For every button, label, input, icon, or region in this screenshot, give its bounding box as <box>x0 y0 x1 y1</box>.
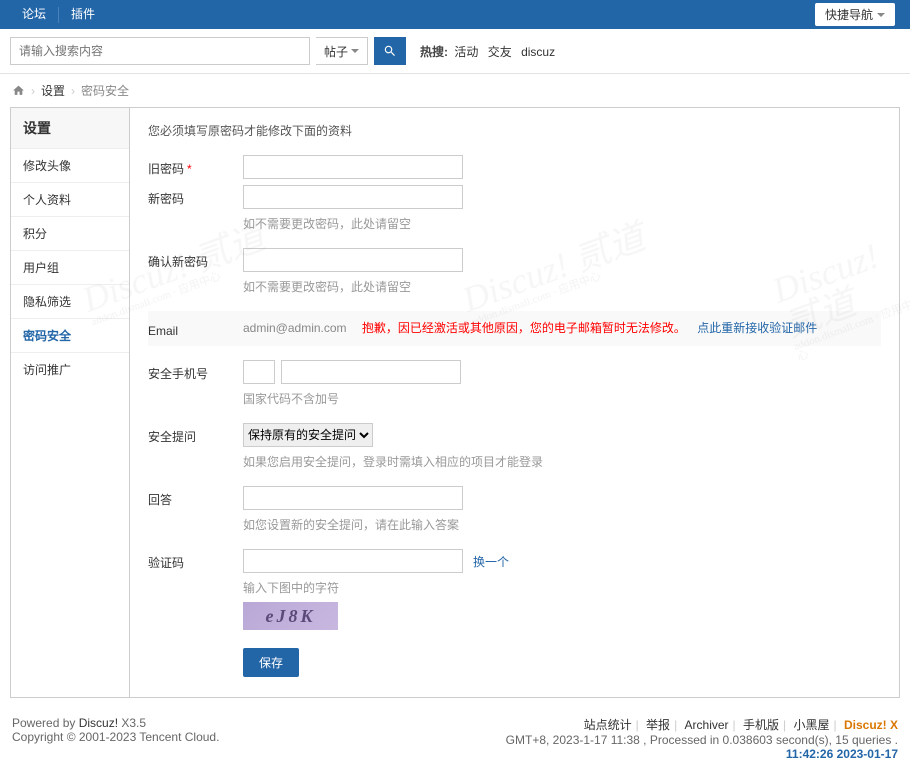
required-mark: * <box>187 162 192 176</box>
footer-link[interactable]: Archiver <box>685 718 729 732</box>
sidebar-item-profile[interactable]: 个人资料 <box>11 182 129 216</box>
footer-left: Powered by Discuz! X3.5 Copyright © 2001… <box>12 716 219 744</box>
captcha-image[interactable]: eJ8K <box>243 602 338 630</box>
confirm-pwd-hint: 如不需要更改密码，此处请留空 <box>243 278 881 295</box>
sidebar-item-usergroup[interactable]: 用户组 <box>11 250 129 284</box>
footer-link[interactable]: 手机版 <box>743 718 779 732</box>
label-email: Email <box>148 319 243 338</box>
dzx-label: Discuz! X <box>844 718 898 732</box>
sidebar-menu: 修改头像 个人资料 积分 用户组 隐私筛选 密码安全 访问推广 <box>11 148 129 386</box>
timestamp: 11:42:26 2023-01-17 <box>786 747 898 761</box>
email-warning: 抱歉，因已经激活或其他原因，您的电子邮箱暂时无法修改。 <box>362 321 686 335</box>
gmt-info: GMT+8, 2023-1-17 11:38 , Processed in 0.… <box>506 733 898 747</box>
answer-input[interactable] <box>243 486 463 510</box>
search-type-dropdown[interactable]: 帖子 <box>316 37 368 65</box>
label-secq: 安全提问 <box>148 423 243 445</box>
captcha-input[interactable] <box>243 549 463 573</box>
label-new-pwd: 新密码 <box>148 185 243 207</box>
sidebar-item-promotion[interactable]: 访问推广 <box>11 352 129 386</box>
label-phone: 安全手机号 <box>148 360 243 382</box>
hot-link[interactable]: 交友 <box>488 45 512 59</box>
brand-link[interactable]: Discuz! <box>79 716 118 730</box>
footer-link[interactable]: 站点统计 <box>584 718 632 732</box>
captcha-refresh-link[interactable]: 换一个 <box>473 553 509 570</box>
nav-plugin[interactable]: 插件 <box>59 0 107 29</box>
sidebar-item-privacy[interactable]: 隐私筛选 <box>11 284 129 318</box>
new-pwd-hint: 如不需要更改密码，此处请留空 <box>243 215 881 232</box>
home-icon[interactable] <box>12 84 25 97</box>
phone-number-input[interactable] <box>281 360 461 384</box>
old-password-input[interactable] <box>243 155 463 179</box>
phone-country-input[interactable] <box>243 360 275 384</box>
hot-link[interactable]: 活动 <box>454 45 478 59</box>
label-confirm-pwd: 确认新密码 <box>148 248 243 270</box>
sidebar-item-points[interactable]: 积分 <box>11 216 129 250</box>
nav-forum[interactable]: 论坛 <box>10 0 58 29</box>
footer-link[interactable]: 举报 <box>646 718 670 732</box>
breadcrumb-settings[interactable]: 设置 <box>41 82 65 99</box>
quicknav-button[interactable]: 快捷导航 <box>815 3 895 26</box>
quicknav-label: 快捷导航 <box>825 6 873 23</box>
hot-link[interactable]: discuz <box>521 45 555 59</box>
breadcrumb-sep: › <box>71 84 75 98</box>
sidebar-item-password[interactable]: 密码安全 <box>11 318 129 352</box>
breadcrumb-current: 密码安全 <box>81 82 129 99</box>
hot-search: 热搜: 活动 交友 discuz <box>420 43 558 60</box>
form-notice: 您必须填写原密码才能修改下面的资料 <box>148 122 881 139</box>
label-old-pwd: 旧密码 <box>148 162 184 176</box>
new-password-input[interactable] <box>243 185 463 209</box>
confirm-password-input[interactable] <box>243 248 463 272</box>
secq-hint: 如果您启用安全提问，登录时需填入相应的项目才能登录 <box>243 453 881 470</box>
footer-link[interactable]: 小黑屋 <box>794 718 830 732</box>
breadcrumb-sep: › <box>31 84 35 98</box>
security-question-select[interactable]: 保持原有的安全提问和答案 <box>243 423 373 447</box>
footer-right: 站点统计| 举报| Archiver| 手机版| 小黑屋| Discuz! X … <box>506 716 898 761</box>
copyright: Copyright © 2001-2023 Tencent Cloud. <box>12 730 219 744</box>
sidebar-item-avatar[interactable]: 修改头像 <box>11 148 129 182</box>
search-icon <box>383 44 397 58</box>
answer-hint: 如您设置新的安全提问，请在此输入答案 <box>243 516 881 533</box>
email-value: admin@admin.com <box>243 321 347 335</box>
label-captcha: 验证码 <box>148 549 243 571</box>
search-input[interactable] <box>10 37 310 65</box>
caret-down-icon <box>351 49 359 53</box>
save-button[interactable]: 保存 <box>243 648 299 677</box>
phone-hint: 国家代码不含加号 <box>243 390 881 407</box>
search-button[interactable] <box>374 37 406 65</box>
caret-down-icon <box>877 13 885 17</box>
resend-verification-link[interactable]: 点此重新接收验证邮件 <box>697 321 817 335</box>
label-answer: 回答 <box>148 486 243 508</box>
sidebar-title: 设置 <box>11 108 129 148</box>
